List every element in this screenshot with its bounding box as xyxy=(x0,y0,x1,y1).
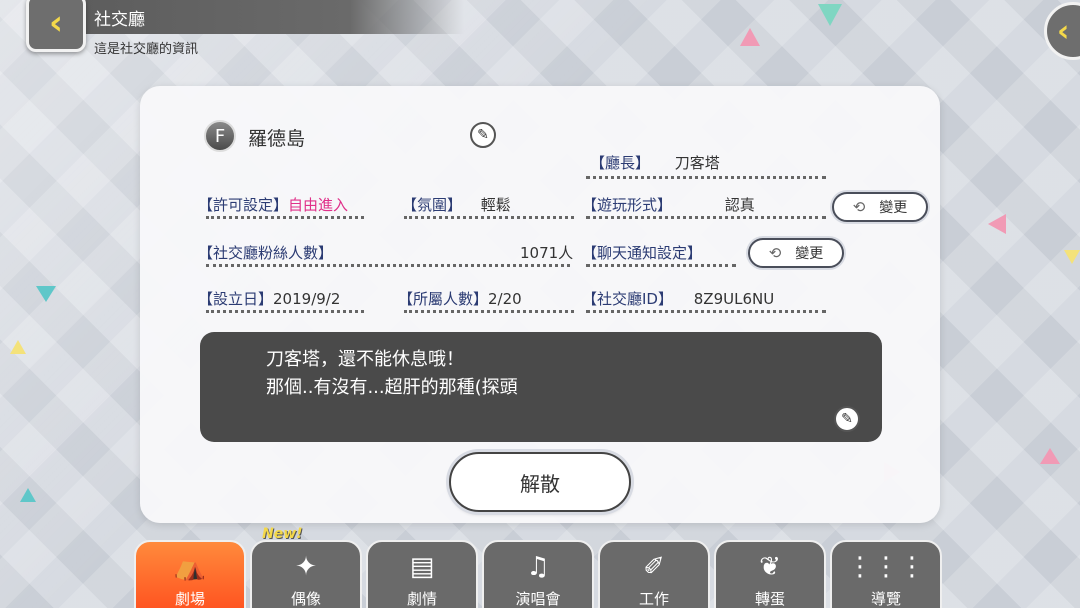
fans-value: 1071人 xyxy=(520,244,574,262)
pencil-icon: ✎ xyxy=(477,127,489,143)
confetti-decoration xyxy=(740,28,760,46)
change-settings-button[interactable]: ⟲ 變更 xyxy=(832,192,928,222)
members-label: 【所屬人數】 xyxy=(398,290,489,308)
founded-label: 【設立日】 xyxy=(198,290,274,308)
playstyle-label: 【遊玩形式】 xyxy=(582,196,673,214)
chat-notify-label: 【聊天通知設定】 xyxy=(582,244,703,262)
tab-concert[interactable]: ♫ 演唱會 xyxy=(482,540,594,608)
tab-gacha[interactable]: ❦ 轉蛋 xyxy=(714,540,826,608)
divider xyxy=(586,176,826,179)
tab-label: 劇場 xyxy=(174,590,205,608)
new-badge: New! xyxy=(262,526,303,542)
tab-label: 演唱會 xyxy=(515,590,561,608)
divider xyxy=(206,216,364,219)
tab-guide[interactable]: ⋮⋮⋮ 導覽 xyxy=(830,540,942,608)
divider xyxy=(404,310,574,313)
club-id-label: 【社交廳ID】 xyxy=(582,290,673,308)
confetti-decoration xyxy=(10,340,26,354)
disband-button[interactable]: 解散 xyxy=(449,452,631,512)
header-title-bar: 社交廳 xyxy=(84,0,464,34)
chevron-left-icon: ‹ xyxy=(1057,13,1070,49)
confetti-decoration xyxy=(988,214,1006,234)
change-label: 變更 xyxy=(795,246,824,262)
tab-work[interactable]: ✐ 工作 xyxy=(598,540,710,608)
disband-label: 解散 xyxy=(520,471,560,496)
tab-label: 偶像 xyxy=(290,590,321,608)
tab-label: 轉蛋 xyxy=(754,590,785,608)
bottom-nav: ⛺ 劇場 ✦ 偶像 New! ▤ 劇情 ♫ 演唱會 ✐ 工作 ❦ 轉蛋 ⋮⋮⋮ … xyxy=(134,526,954,608)
leader-value: 刀客塔 xyxy=(674,154,720,172)
refresh-icon: ⟲ xyxy=(852,198,866,216)
edit-name-button[interactable]: ✎ xyxy=(470,122,496,148)
divider xyxy=(206,310,364,313)
club-id-value: 8Z9UL6NU xyxy=(693,290,775,308)
playstyle-value: 認真 xyxy=(724,196,755,214)
club-info-card: F 羅德島 ✎ 【廳長】 刀客塔 【許可設定】自由進入 【氛圍】 輕鬆 【遊玩形… xyxy=(140,86,940,523)
message-line: 那個..有沒有...超肝的那種(探頭 xyxy=(266,377,518,398)
confetti-decoration xyxy=(20,488,36,502)
rank-badge: F xyxy=(204,120,236,152)
divider xyxy=(586,216,826,219)
divider xyxy=(586,264,736,267)
tab-story[interactable]: ▤ 劇情 xyxy=(366,540,478,608)
change-label: 變更 xyxy=(879,200,908,216)
permission-value: 自由進入 xyxy=(288,196,349,214)
page-subtitle: 這是社交廳的資訊 xyxy=(94,42,199,57)
confetti-decoration xyxy=(818,4,842,26)
grid-menu-icon: ⋮⋮⋮ xyxy=(847,552,925,582)
butterfly-icon: ❦ xyxy=(759,552,781,582)
confetti-decoration xyxy=(1040,448,1060,464)
divider xyxy=(206,264,570,267)
tab-idol[interactable]: ✦ 偶像 xyxy=(250,540,362,608)
club-name: 羅德島 xyxy=(248,128,306,150)
tab-label: 劇情 xyxy=(406,590,437,608)
tab-label: 導覽 xyxy=(870,590,901,608)
pencil-icon: ✎ xyxy=(841,411,853,427)
stage-icon: ⛺ xyxy=(173,552,207,582)
permission-label: 【許可設定】 xyxy=(198,196,289,214)
atmosphere-label: 【氛圍】 xyxy=(402,196,463,214)
music-note-icon: ♫ xyxy=(526,552,550,582)
refresh-icon: ⟲ xyxy=(768,244,782,262)
divider xyxy=(586,310,826,313)
edit-message-button[interactable]: ✎ xyxy=(834,406,860,432)
notebook-icon: ✐ xyxy=(643,552,665,582)
fans-label: 【社交廳粉絲人數】 xyxy=(198,244,334,262)
divider xyxy=(404,216,574,219)
story-icon: ▤ xyxy=(409,552,435,582)
idol-icon: ✦ xyxy=(295,552,317,582)
founded-value: 2019/9/2 xyxy=(273,290,341,308)
atmosphere-value: 輕鬆 xyxy=(480,196,511,214)
page-title: 社交廳 xyxy=(94,10,145,30)
confetti-decoration xyxy=(36,286,56,302)
club-message-box: 刀客塔，還不能休息哦！ 那個..有沒有...超肝的那種(探頭 xyxy=(200,332,882,442)
back-button[interactable]: ‹ xyxy=(26,0,86,52)
confetti-decoration xyxy=(1064,250,1080,264)
leader-label: 【廳長】 xyxy=(590,154,651,172)
change-chat-notify-button[interactable]: ⟲ 變更 xyxy=(748,238,844,268)
members-value: 2/20 xyxy=(488,290,522,308)
message-line: 刀客塔，還不能休息哦！ xyxy=(266,349,464,370)
tab-label: 工作 xyxy=(638,590,669,608)
chevron-left-icon: ‹ xyxy=(48,3,63,43)
tab-theater[interactable]: ⛺ 劇場 xyxy=(134,540,246,608)
